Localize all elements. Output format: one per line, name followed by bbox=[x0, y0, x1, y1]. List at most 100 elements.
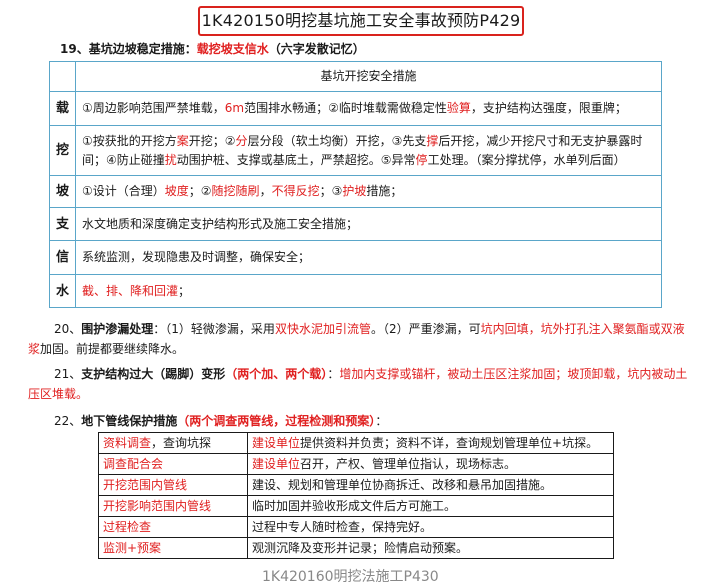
text-run: 6m bbox=[224, 101, 245, 115]
section-19-keyword: 载挖坡支信水 bbox=[196, 42, 269, 56]
paragraph-20: 20、围护渗漏处理：（1）轻微渗漏，采用双快水泥加引流管。（2）严重渗漏，可坑内… bbox=[28, 319, 688, 359]
text-run: 截、排、降和回灌 bbox=[82, 283, 179, 298]
table-row: 坡 ①设计（合理）坡度；②随挖随刷，不得反挖；③护坡措施； bbox=[49, 175, 662, 208]
text-run: 。（2）严重渗漏，可 bbox=[370, 322, 481, 336]
detail-cell: 临时加固并验收形成文件后方可施工。 bbox=[247, 495, 614, 517]
text-run: 支护结构过大（踢脚）变形 bbox=[81, 367, 226, 381]
text-run: 停 bbox=[415, 152, 428, 167]
text-run: ； bbox=[178, 283, 191, 298]
table-row: 支 水文地质和深度确定支护结构形式及施工安全措施； bbox=[49, 207, 662, 241]
text-run: 监测+预案 bbox=[103, 541, 162, 555]
text-run: 分 bbox=[235, 133, 248, 148]
section-19-note: （六字发散记忆） bbox=[268, 42, 365, 56]
text-run: ： bbox=[327, 367, 340, 381]
page-title: 1K420150明挖基坑施工安全事故预防P429 bbox=[198, 6, 524, 36]
text-run: 调查配合会 bbox=[103, 457, 164, 471]
text-run: ，查询坑探 bbox=[151, 436, 212, 450]
pipeline-protection-table: 资料调查，查询坑探 建设单位提供资料并负责；资料不详，查询规划管理单位+坑探。 … bbox=[98, 432, 614, 559]
text-run: 层分段（软土均衡）开挖，③先支 bbox=[247, 133, 427, 148]
table-row: 过程检查 过程中专人随时检查，保持完好。 bbox=[98, 516, 614, 538]
text-run: 撑 bbox=[426, 133, 439, 148]
detail-cell: 建设单位召开，产权、管理单位指认，现场标志。 bbox=[247, 453, 614, 475]
measure-cell: 开挖范围内管线 bbox=[98, 474, 248, 496]
text-run: 案 bbox=[176, 133, 189, 148]
row-content: 系统监测，发现隐患及时调整，确保安全； bbox=[75, 240, 662, 275]
text-run: 召开，产权、管理单位指认，现场标志。 bbox=[300, 457, 517, 471]
text-run: 地下管线保护措施 bbox=[81, 414, 178, 428]
text-run: 开挖影响范围内管线 bbox=[103, 499, 212, 513]
text-run: 开挖；② bbox=[188, 133, 236, 148]
text-run: 建设单位 bbox=[252, 436, 301, 450]
text-run: 系统监测，发现隐患及时调整，确保安全； bbox=[82, 250, 311, 264]
table-header: 基坑开挖安全措施 bbox=[75, 61, 662, 92]
text-run: ： bbox=[375, 414, 388, 428]
text-run: 扰 bbox=[164, 152, 177, 167]
text-run: 加固。前提都要继续降水。 bbox=[40, 342, 185, 356]
table-row: 调查配合会 建设单位召开，产权、管理单位指认，现场标志。 bbox=[98, 453, 614, 475]
excavation-safety-table: 基坑开挖安全措施 载 ①周边影响范围严禁堆载，6m范围排水畅通；②临时堆载需做稳… bbox=[49, 61, 662, 308]
row-key: 载 bbox=[49, 91, 76, 126]
measure-cell: 过程检查 bbox=[98, 516, 248, 538]
text-run: 水文地质和深度确定支护结构形式及施工安全措施； bbox=[82, 216, 359, 231]
row-content: ①周边影响范围严禁堆载，6m范围排水畅通；②临时堆载需做稳定性验算，支护结构达强… bbox=[75, 91, 662, 126]
text-run: 观测沉降及变形并记录；险情启动预案。 bbox=[252, 541, 469, 555]
text-run: 坡度 bbox=[164, 184, 189, 198]
row-content: 截、排、降和回灌； bbox=[75, 274, 662, 308]
text-run: ：（1）轻微渗漏，采用 bbox=[153, 322, 275, 336]
text-run: 双快水泥加引流管 bbox=[274, 322, 371, 336]
text-run: 不得反挖 bbox=[271, 184, 320, 198]
text-run: 提供资料并负责；资料不详，查询规划管理单位+坑探。 bbox=[300, 436, 599, 450]
measure-cell: 调查配合会 bbox=[98, 453, 248, 475]
table-row: 挖 ①按获批的开挖方案开挖；②分层分段（软土均衡）开挖，③先支撑后开挖，减少开挖… bbox=[49, 125, 662, 176]
text-run: 随挖随刷 bbox=[211, 184, 260, 198]
text-run: （两个加、两个载） bbox=[225, 367, 328, 381]
detail-cell: 观测沉降及变形并记录；险情启动预案。 bbox=[247, 537, 614, 559]
row-key: 坡 bbox=[49, 175, 76, 208]
text-run: ①按获批的开挖方 bbox=[82, 133, 177, 148]
paragraph-22: 22、地下管线保护措施（两个调查两管线，过程检测和预案）： bbox=[28, 411, 688, 431]
table-header-blank bbox=[49, 61, 76, 92]
text-run: 验算 bbox=[446, 101, 471, 115]
text-run: 建设、规划和管理单位协商拆迁、改移和悬吊加固措施。 bbox=[252, 478, 553, 492]
text-run: 动围护桩、支撑或基底土，严禁超挖。⑤异常 bbox=[176, 152, 416, 167]
table-row: 监测+预案 观测沉降及变形并记录；险情启动预案。 bbox=[98, 537, 614, 559]
text-run: 开挖范围内管线 bbox=[103, 478, 188, 492]
text-run: 过程中专人随时检查，保持完好。 bbox=[252, 520, 433, 534]
row-key: 支 bbox=[49, 207, 76, 241]
measure-cell: 资料调查，查询坑探 bbox=[98, 432, 248, 454]
table-row: 开挖范围内管线 建设、规划和管理单位协商拆迁、改移和悬吊加固措施。 bbox=[98, 474, 614, 496]
row-content: 水文地质和深度确定支护结构形式及施工安全措施； bbox=[75, 207, 662, 241]
row-key: 挖 bbox=[49, 125, 76, 176]
row-key: 信 bbox=[49, 240, 76, 275]
table-row: 载 ①周边影响范围严禁堆载，6m范围排水畅通；②临时堆载需做稳定性验算，支护结构… bbox=[49, 91, 662, 126]
text-run: 20、 bbox=[54, 322, 82, 336]
text-run: 21、 bbox=[54, 367, 82, 381]
text-run: 工处理。（案分撑扰停，水单列后面） bbox=[427, 152, 626, 167]
table-row: 开挖影响范围内管线 临时加固并验收形成文件后方可施工。 bbox=[98, 495, 614, 517]
table-row: 水 截、排、降和回灌； bbox=[49, 274, 662, 308]
row-key: 水 bbox=[49, 274, 76, 308]
text-run: 范围排水畅通；②临时堆载需做稳定性 bbox=[244, 101, 447, 115]
section-19-heading: 19、基坑边坡稳定措施：载挖坡支信水（六字发散记忆） bbox=[60, 40, 365, 58]
row-content: ①设计（合理）坡度；②随挖随刷，不得反挖；③护坡措施； bbox=[75, 175, 662, 208]
table-row: 信 系统监测，发现隐患及时调整，确保安全； bbox=[49, 240, 662, 275]
text-run: 围护渗漏处理 bbox=[81, 322, 154, 336]
text-run: ， bbox=[259, 184, 272, 198]
text-run: 护坡 bbox=[342, 184, 367, 198]
next-section-title-cutoff: 1K420160明挖法施工P430 bbox=[262, 569, 439, 585]
text-run: 建设单位 bbox=[252, 457, 301, 471]
text-run: 临时加固并验收形成文件后方可施工。 bbox=[252, 499, 457, 513]
row-content: ①按获批的开挖方案开挖；②分层分段（软土均衡）开挖，③先支撑后开挖，减少开挖尺寸… bbox=[75, 125, 662, 176]
text-run: 22、 bbox=[54, 414, 82, 428]
text-run: ；② bbox=[188, 184, 212, 198]
text-run: ①周边影响范围严禁堆载， bbox=[82, 101, 225, 115]
measure-cell: 开挖影响范围内管线 bbox=[98, 495, 248, 517]
text-run: ；③ bbox=[319, 184, 343, 198]
table-row: 资料调查，查询坑探 建设单位提供资料并负责；资料不详，查询规划管理单位+坑探。 bbox=[98, 432, 614, 454]
text-run: （两个调查两管线，过程检测和预案） bbox=[177, 414, 376, 428]
detail-cell: 建设、规划和管理单位协商拆迁、改移和悬吊加固措施。 bbox=[247, 474, 614, 496]
text-run: 措施； bbox=[366, 184, 403, 198]
detail-cell: 过程中专人随时检查，保持完好。 bbox=[247, 516, 614, 538]
section-19-label: 19、基坑边坡稳定措施： bbox=[60, 42, 197, 56]
measure-cell: 监测+预案 bbox=[98, 537, 248, 559]
